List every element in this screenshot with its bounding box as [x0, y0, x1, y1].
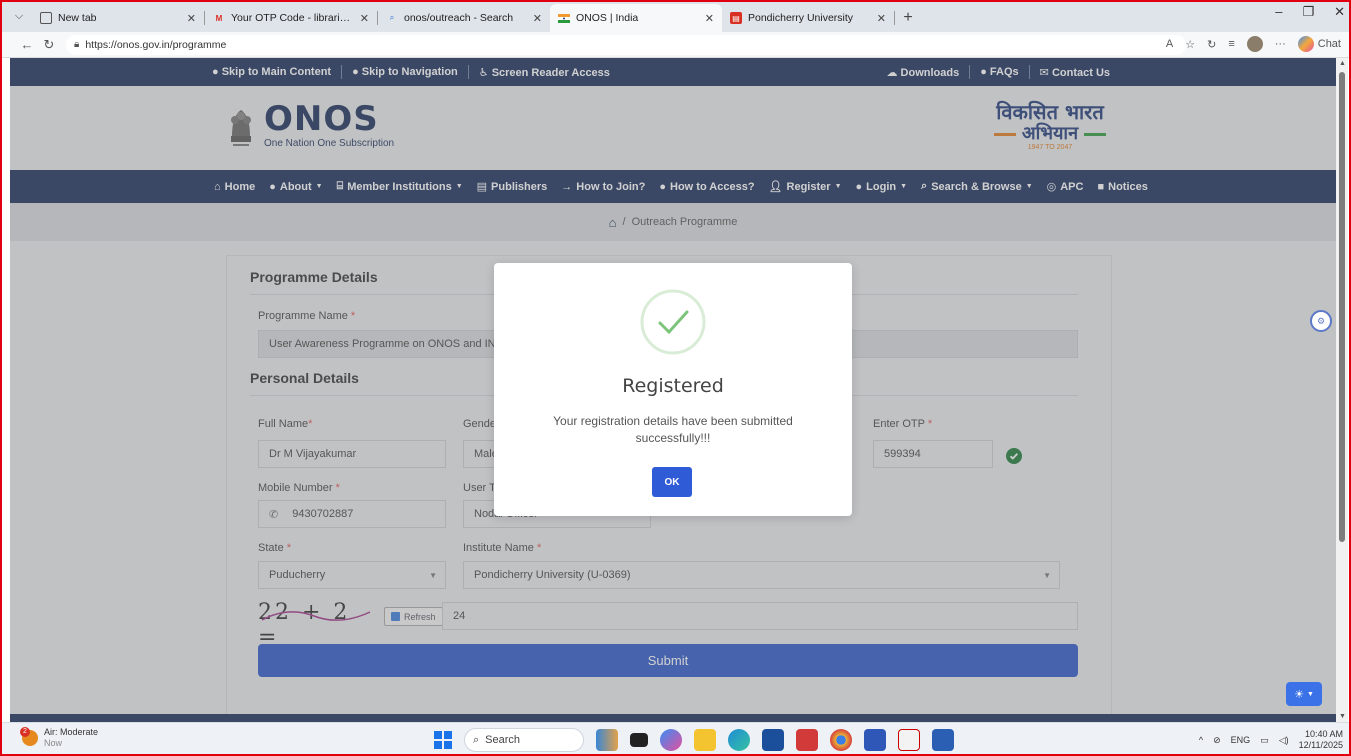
chrome-icon[interactable] — [830, 729, 852, 751]
taskbar-apps: ⌕ Search — [434, 728, 954, 752]
lock-icon: 🔒︎ — [74, 39, 80, 50]
browser-tab-strip: ⌵ New tab ✕ M Your OTP Code - librarian@… — [0, 0, 1351, 32]
close-icon[interactable]: ✕ — [533, 12, 542, 25]
tab-title: New tab — [58, 12, 97, 24]
outlook-icon[interactable] — [864, 729, 886, 751]
browser-tab[interactable]: M Your OTP Code - librarian@pondic ✕ — [205, 4, 377, 32]
tab-title: Your OTP Code - librarian@pondic — [231, 12, 356, 24]
tab-list-chevron-icon[interactable]: ⌵ — [6, 4, 32, 28]
weather-sub: Now — [44, 738, 63, 748]
page-viewport: ● Skip to Main Content ● Skip to Navigat… — [10, 58, 1336, 722]
volume-icon[interactable]: ◁) — [1279, 735, 1289, 746]
theme-toggle-button[interactable]: ☀ ▼ — [1286, 682, 1322, 706]
ok-button[interactable]: OK — [652, 467, 692, 497]
scrollbar-thumb[interactable] — [1339, 72, 1345, 542]
caret-down-icon: ▼ — [1306, 690, 1314, 698]
pdf-icon: ▤ — [730, 12, 742, 24]
copilot-icon — [1297, 36, 1314, 52]
dialog-message: Your registration details have been subm… — [553, 414, 793, 445]
restore-icon[interactable]: ❐ — [1302, 4, 1314, 20]
close-icon[interactable]: ✕ — [187, 12, 196, 25]
task-view-icon[interactable] — [630, 733, 648, 747]
url-field[interactable]: 🔒︎ https://onos.gov.in/programme — [66, 34, 1186, 55]
weather-widget[interactable]: 2 Air: Moderate Now — [20, 727, 98, 749]
clock-time: 10:40 AM — [1304, 729, 1343, 739]
favorite-star-icon[interactable]: ☆ — [1185, 38, 1195, 51]
profile-avatar[interactable] — [1246, 36, 1263, 52]
dialog-title: Registered — [622, 375, 724, 397]
browser-tab[interactable]: ▤ Pondicherry University ✕ — [722, 4, 894, 32]
windows-taskbar: 2 Air: Moderate Now ⌕ Search ^ ⊘ ENG ▭ ◁… — [0, 722, 1351, 756]
copilot-app-icon[interactable] — [660, 729, 682, 751]
wps-icon[interactable] — [796, 729, 818, 751]
scroll-down-icon[interactable]: ▼ — [1339, 713, 1346, 720]
system-tray: ^ ⊘ ENG ▭ ◁) 10:40 AM 12/11/2025 — [1199, 729, 1343, 751]
network-icon[interactable]: ⊘ — [1213, 735, 1221, 746]
gmail-icon: M — [215, 13, 223, 23]
read-aloud-icon[interactable]: A — [1166, 38, 1173, 50]
window-controls: – ❐ ✕ — [1275, 4, 1345, 20]
store-icon[interactable] — [762, 729, 784, 751]
windows-start-icon[interactable] — [434, 731, 452, 749]
chat-label: Chat — [1317, 38, 1341, 50]
search-icon: ⌕ — [389, 13, 395, 22]
weather-badge: 2 — [20, 727, 30, 737]
browser-tab[interactable]: ⌕ onos/outreach - Search ✕ — [378, 4, 550, 32]
weather-icon: 2 — [20, 727, 38, 746]
close-icon[interactable]: ✕ — [705, 12, 714, 25]
close-icon[interactable]: ✕ — [877, 12, 886, 25]
word-icon[interactable] — [932, 729, 954, 751]
favorites-icon[interactable]: ≡ — [1228, 38, 1234, 50]
taskbar-search[interactable]: ⌕ Search — [464, 728, 584, 752]
close-window-icon[interactable]: ✕ — [1334, 4, 1345, 20]
scroll-up-icon[interactable]: ▲ — [1339, 60, 1346, 67]
minimize-icon[interactable]: – — [1275, 4, 1282, 20]
weather-title: Air: Moderate — [44, 727, 99, 737]
close-icon[interactable]: ✕ — [360, 12, 369, 25]
browser-tab-active[interactable]: ONOS | India ✕ — [550, 4, 722, 32]
browser-toolbar: A ☆ ↻ ≡ ··· Chat — [1166, 36, 1341, 52]
success-check-icon — [640, 289, 706, 355]
edge-icon[interactable] — [728, 729, 750, 751]
snipping-tool-icon[interactable] — [898, 729, 920, 751]
sun-icon: ☀ — [1294, 688, 1304, 701]
refresh-icon[interactable]: ↻ — [1207, 38, 1216, 51]
url-text: https://onos.gov.in/programme — [85, 38, 227, 51]
address-bar: ← ↻ 🔒︎ https://onos.gov.in/programme A ☆… — [0, 32, 1351, 58]
taskbar-search-label: Search — [485, 734, 521, 746]
success-dialog: Registered Your registration details hav… — [494, 263, 852, 516]
india-flag-icon — [558, 12, 570, 24]
tab-title: ONOS | India — [576, 12, 639, 24]
clock[interactable]: 10:40 AM 12/11/2025 — [1299, 729, 1343, 751]
back-icon[interactable]: ← — [16, 37, 38, 52]
clock-date: 12/11/2025 — [1298, 740, 1343, 750]
newtab-icon — [40, 12, 52, 24]
search-icon: ⌕ — [473, 733, 480, 746]
tab-title: onos/outreach - Search — [404, 12, 514, 24]
language-indicator[interactable]: ENG — [1231, 735, 1251, 745]
page-scrollbar[interactable]: ▲ ▼ — [1336, 58, 1348, 722]
accessibility-widget-icon[interactable]: ⚙ — [1310, 310, 1332, 332]
new-tab-button[interactable]: + — [895, 4, 921, 32]
copilot-chat-button[interactable]: Chat — [1297, 36, 1341, 52]
weather-text: Air: Moderate Now — [44, 727, 98, 749]
more-icon[interactable]: ··· — [1275, 38, 1286, 50]
chevron-up-icon[interactable]: ^ — [1199, 735, 1203, 745]
tab-title: Pondicherry University — [748, 12, 854, 24]
browser-tab[interactable]: New tab ✕ — [32, 4, 204, 32]
reload-icon[interactable]: ↻ — [38, 37, 60, 53]
widget-app-icon[interactable] — [596, 729, 618, 751]
display-icon[interactable]: ▭ — [1260, 735, 1269, 746]
file-explorer-icon[interactable] — [694, 729, 716, 751]
